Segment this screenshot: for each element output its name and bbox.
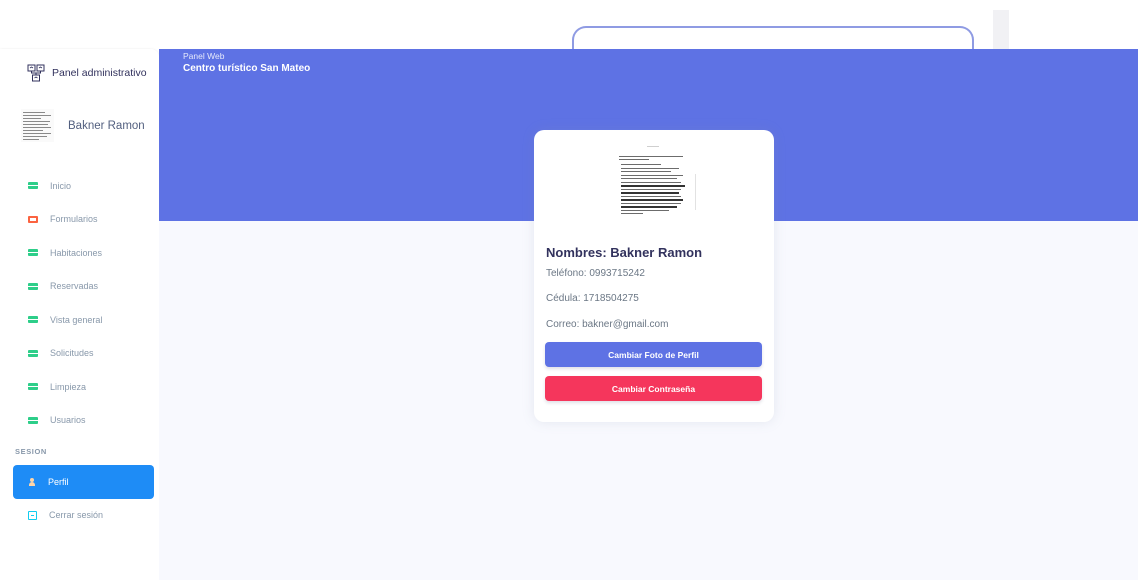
sidebar-item-label: Formularios: [50, 214, 98, 225]
tv-icon: [28, 349, 38, 357]
profile-card: Nombres: Bakner Ramon Teléfono: 09937152…: [534, 130, 774, 422]
sidebar-item-label: Reservadas: [50, 281, 99, 292]
sidebar-item-limpieza[interactable]: Limpieza: [13, 370, 154, 404]
sidebar-item-reservadas[interactable]: Reservadas: [13, 270, 154, 304]
avatar: [21, 109, 54, 142]
sidebar-item-label: Limpieza: [50, 381, 87, 392]
sidebar-item-cerrar-sesion[interactable]: Cerrar sesión: [13, 499, 154, 533]
calendar-icon: [28, 215, 38, 223]
profile-name: Nombres: Bakner Ramon: [546, 245, 703, 260]
profile-phone: Teléfono: 0993715242: [546, 268, 645, 279]
sidebar-item-label: Habitaciones: [50, 247, 103, 258]
sidebar-user[interactable]: Bakner Ramon: [21, 109, 145, 142]
sidebar-item-vista-general[interactable]: Vista general: [13, 303, 154, 337]
tv-icon: [28, 182, 38, 190]
page-title: Centro turístico San Mateo: [183, 63, 311, 74]
sidebar-nav: Inicio Formularios Habitaciones Reservad…: [13, 169, 154, 532]
sidebar-section-title: SESION: [15, 447, 47, 456]
sidebar-item-label: Inicio: [50, 180, 72, 191]
sidebar-item-formularios[interactable]: Formularios: [13, 203, 154, 237]
sidebar-item-solicitudes[interactable]: Solicitudes: [13, 337, 154, 371]
sidebar-item-label: Cerrar sesión: [49, 510, 104, 521]
profile-id-number: Cédula: 1718504275: [546, 293, 639, 304]
tv-icon: [28, 416, 38, 424]
tv-icon: [28, 316, 38, 324]
profile-photo: [603, 142, 705, 220]
sidebar-item-label: Usuarios: [50, 415, 86, 426]
tv-icon: [28, 383, 38, 391]
sidebar-item-label: Solicitudes: [50, 348, 94, 359]
sitemap-icon: [27, 64, 45, 82]
sidebar-item-usuarios[interactable]: Usuarios: [13, 404, 154, 438]
sidebar: Panel administrativo Bakner Ramon Inicio…: [0, 49, 159, 580]
header-subtitle: Panel Web: [183, 51, 225, 61]
change-photo-button[interactable]: Cambiar Foto de Perfil: [545, 342, 762, 367]
sidebar-item-inicio[interactable]: Inicio: [13, 169, 154, 203]
sidebar-item-habitaciones[interactable]: Habitaciones: [13, 236, 154, 270]
tv-icon: [28, 249, 38, 257]
user-icon: [28, 477, 36, 486]
change-password-button[interactable]: Cambiar Contraseña: [545, 376, 762, 401]
profile-email: Correo: bakner@gmail.com: [546, 319, 669, 330]
tv-icon: [28, 282, 38, 290]
scroll-fragment: [993, 10, 1009, 50]
brand-title: Panel administrativo: [52, 67, 147, 79]
sidebar-brand[interactable]: Panel administrativo: [27, 59, 147, 87]
sidebar-item-label: Vista general: [50, 314, 103, 325]
logout-icon: [28, 510, 37, 520]
user-name: Bakner Ramon: [68, 119, 145, 132]
sidebar-item-perfil[interactable]: Perfil: [13, 465, 154, 499]
sidebar-item-label: Perfil: [48, 476, 69, 487]
